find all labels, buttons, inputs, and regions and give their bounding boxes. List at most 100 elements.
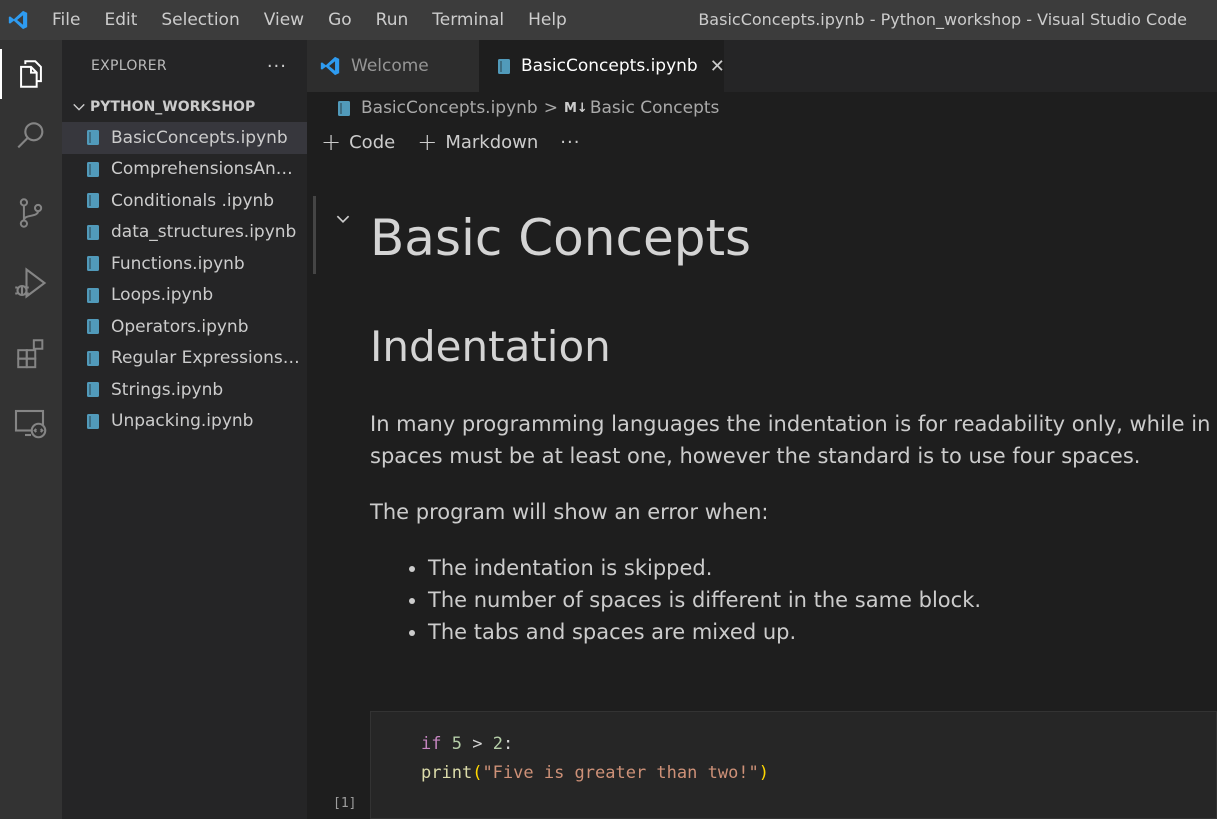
search-icon[interactable]: [0, 105, 62, 167]
file-item[interactable]: Operators.ipynb: [62, 311, 307, 343]
paragraph-line: In many programming languages the indent…: [370, 412, 1211, 437]
workspace-folder-header[interactable]: PYTHON_WORKSHOP: [62, 92, 307, 122]
source-control-icon[interactable]: [0, 182, 62, 244]
file-item[interactable]: Conditionals .ipynb: [62, 185, 307, 217]
notebook-file-icon: [86, 350, 111, 367]
code-cell[interactable]: if 5 > 2: print("Five is greater than tw…: [370, 711, 1217, 819]
menu-selection[interactable]: Selection: [149, 0, 251, 40]
workspace-folder-name: PYTHON_WORKSHOP: [90, 99, 256, 115]
notebook-file-icon: [86, 129, 111, 146]
notebook-file-icon: [86, 318, 111, 335]
markdown-icon: M↓: [563, 100, 588, 116]
vscode-logo-icon: [319, 55, 341, 77]
title-bar: File Edit Selection View Go Run Terminal…: [0, 0, 1217, 40]
code-token: (: [472, 763, 483, 783]
list-item: The number of spaces is different in the…: [428, 584, 1217, 616]
code-token: if: [421, 734, 442, 754]
menu-terminal[interactable]: Terminal: [420, 0, 516, 40]
breadcrumb-file[interactable]: BasicConcepts.ipynb: [361, 98, 538, 118]
code-token: print: [421, 763, 473, 783]
notebook-heading-2: Indentation: [370, 322, 611, 371]
cell-focus-bar: [313, 196, 316, 274]
list-item: The tabs and spaces are mixed up.: [428, 616, 1217, 648]
notebook-file-icon: [86, 287, 111, 304]
notebook-file-icon: [86, 381, 111, 398]
menu-bar: File Edit Selection View Go Run Terminal…: [40, 0, 579, 40]
plus-icon: +: [417, 128, 438, 156]
explorer-icon[interactable]: [0, 43, 62, 105]
code-token: :: [502, 734, 514, 754]
activity-bar: [0, 40, 62, 819]
list-item: The indentation is skipped.: [428, 552, 1217, 584]
tab-basicconcepts-label: BasicConcepts.ipynb: [521, 56, 698, 76]
notebook-heading-1: Basic Concepts: [370, 209, 752, 267]
menu-file[interactable]: File: [40, 0, 92, 40]
tab-basicconcepts[interactable]: BasicConcepts.ipynb ✕: [479, 40, 725, 92]
notebook-toolbar: + Code + Markdown ···: [307, 126, 1217, 158]
add-code-label: Code: [349, 131, 396, 153]
close-icon[interactable]: ✕: [710, 56, 725, 77]
file-item[interactable]: Strings.ipynb: [62, 374, 307, 406]
run-debug-icon[interactable]: [0, 252, 62, 314]
code-token: ): [758, 763, 770, 783]
menu-go[interactable]: Go: [316, 0, 364, 40]
menu-help[interactable]: Help: [516, 0, 579, 40]
notebook-file-icon: [86, 224, 111, 241]
execution-count: [1]: [333, 796, 357, 811]
file-item[interactable]: data_structures.ipynb: [62, 217, 307, 249]
notebook-file-icon: [86, 192, 111, 209]
add-markdown-cell-button[interactable]: + Markdown: [417, 130, 538, 154]
file-name: data_structures.ipynb: [111, 222, 297, 243]
file-name: Loops.ipynb: [111, 285, 214, 306]
paragraph: The program will show an error when:: [370, 500, 769, 525]
markdown-cell[interactable]: Basic Concepts Indentation In many progr…: [370, 190, 1217, 648]
remote-explorer-icon[interactable]: [0, 392, 62, 454]
explorer-sidebar: EXPLORER ··· PYTHON_WORKSHOP BasicConcep…: [62, 40, 307, 819]
explorer-more-button[interactable]: ···: [267, 56, 287, 77]
file-item[interactable]: Regular Expressions.i...: [62, 343, 307, 375]
file-item[interactable]: Loops.ipynb: [62, 280, 307, 312]
code-token: "Five is greater than two!": [482, 763, 759, 783]
add-markdown-label: Markdown: [445, 131, 539, 153]
notebook-file-icon: [497, 58, 511, 75]
file-item[interactable]: Functions.ipynb: [62, 248, 307, 280]
vscode-logo-icon: [0, 0, 36, 40]
file-item[interactable]: ComprehensionsAnd...: [62, 154, 307, 186]
file-name: Regular Expressions.i...: [111, 348, 301, 369]
notebook-file-icon: [86, 161, 111, 178]
extensions-icon[interactable]: [0, 322, 62, 384]
chevron-down-icon[interactable]: [334, 210, 354, 230]
code-token: 2: [492, 734, 503, 754]
tab-welcome[interactable]: Welcome: [307, 40, 479, 92]
file-name: Conditionals .ipynb: [111, 190, 275, 211]
code-token: >: [461, 734, 493, 754]
breadcrumb-section[interactable]: Basic Concepts: [590, 98, 720, 118]
plus-icon: +: [321, 128, 342, 156]
notebook-file-icon: [337, 100, 351, 117]
file-name: Operators.ipynb: [111, 316, 249, 337]
file-item[interactable]: BasicConcepts.ipynb: [62, 122, 307, 154]
menu-edit[interactable]: Edit: [92, 0, 149, 40]
explorer-title: EXPLORER: [91, 58, 167, 74]
chevron-down-icon: [68, 100, 90, 114]
tab-welcome-label: Welcome: [351, 56, 429, 76]
menu-view[interactable]: View: [252, 0, 316, 40]
file-name: BasicConcepts.ipynb: [111, 127, 288, 148]
notebook-file-icon: [86, 413, 111, 430]
menu-run[interactable]: Run: [364, 0, 421, 40]
code-editor[interactable]: if 5 > 2: print("Five is greater than tw…: [421, 730, 769, 788]
editor-tabs: Welcome BasicConcepts.ipynb ✕: [307, 40, 1217, 92]
file-name: Strings.ipynb: [111, 379, 224, 400]
file-name: Unpacking.ipynb: [111, 411, 254, 432]
breadcrumb-separator: >: [543, 98, 558, 118]
file-name: Functions.ipynb: [111, 253, 245, 274]
paragraph-line: spaces must be at least one, however the…: [370, 444, 1141, 469]
add-code-cell-button[interactable]: + Code: [321, 130, 395, 154]
toolbar-more-button[interactable]: ···: [560, 132, 580, 153]
bullet-list: The indentation is skipped. The number o…: [370, 552, 1217, 648]
file-item[interactable]: Unpacking.ipynb: [62, 406, 307, 438]
explorer-header: EXPLORER ···: [62, 40, 307, 92]
file-name: ComprehensionsAnd...: [111, 159, 301, 180]
breadcrumb: BasicConcepts.ipynb > M↓ Basic Concepts: [307, 92, 1217, 124]
notebook-file-icon: [86, 255, 111, 272]
